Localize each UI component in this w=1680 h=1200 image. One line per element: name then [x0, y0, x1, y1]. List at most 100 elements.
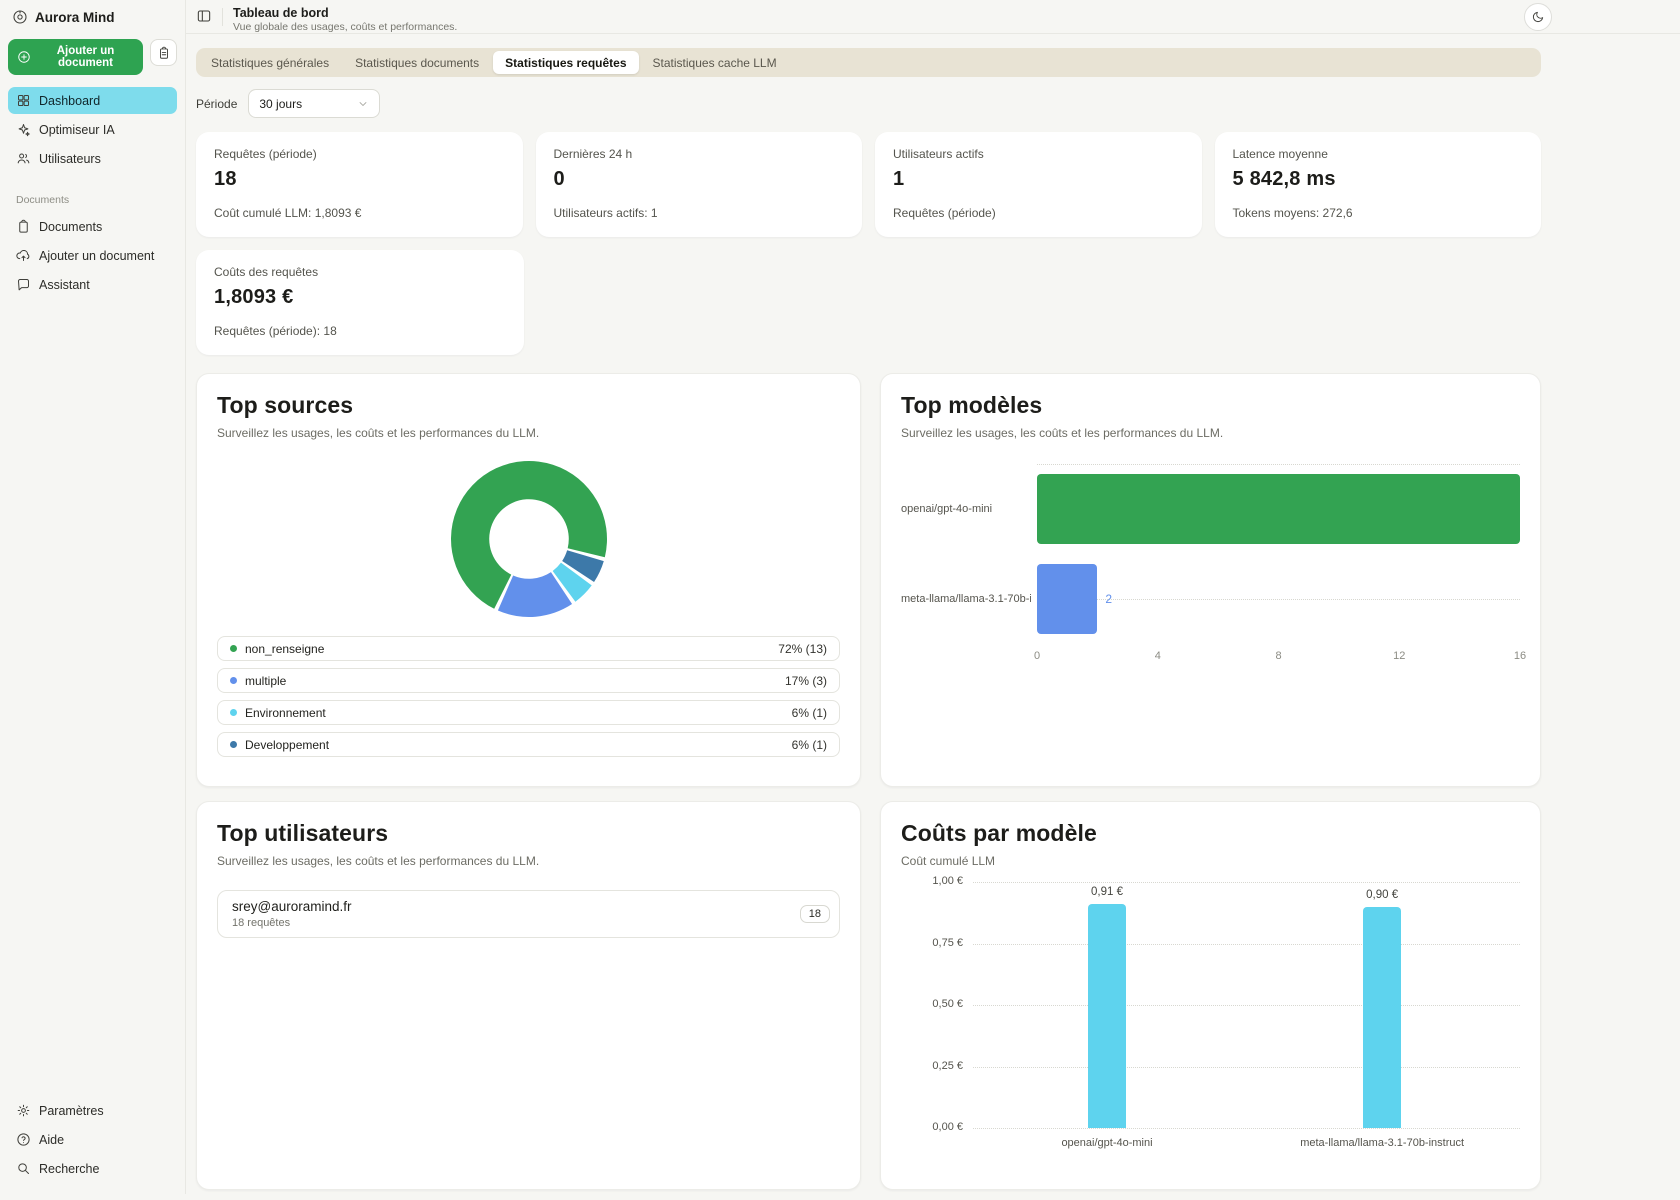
user-row[interactable]: srey@auroramind.fr 18 requêtes 18 [217, 890, 840, 938]
axis-spacer [901, 644, 1031, 666]
stat-value: 5 842,8 ms [1233, 168, 1524, 191]
sidebar-item-recherche[interactable]: Recherche [8, 1155, 177, 1182]
gridline [973, 944, 1520, 945]
bar-row: 2 [1037, 554, 1520, 644]
panel-subtitle: Surveillez les usages, les coûts et les … [217, 426, 840, 440]
legend-item-environnement[interactable]: Environnement 6% (1) [217, 700, 840, 725]
legend-item-non-renseigne[interactable]: non_renseigne 72% (13) [217, 636, 840, 661]
tab-statistiques-generales[interactable]: Statistiques générales [199, 51, 341, 74]
model-bar-gpt-4o-mini[interactable] [1037, 474, 1520, 544]
model-bar-llama-3-1-70b[interactable] [1037, 564, 1097, 634]
content: Statistiques générales Statistiques docu… [186, 34, 1680, 1200]
sidebar-item-assistant[interactable]: Assistant [8, 271, 177, 298]
upload-cloud-icon [16, 248, 31, 263]
stat-cards-row-2: Coûts des requêtes 1,8093 € Requêtes (pé… [196, 250, 1541, 355]
bar-row [1037, 464, 1520, 554]
sidebar-toggle-button[interactable] [196, 8, 212, 24]
cost-bar-gpt-4o-mini[interactable] [1088, 904, 1126, 1128]
x-axis-ticks: 0481216 [1037, 644, 1520, 666]
panel-top-utilisateurs: Top utilisateurs Surveillez les usages, … [196, 801, 861, 1190]
gridline [973, 1005, 1520, 1006]
stat-cards-row: Requêtes (période) 18 Coût cumulé LLM: 1… [196, 132, 1541, 237]
donut-svg [446, 456, 612, 622]
clipboard-icon [157, 46, 171, 60]
bar-value-label: 2 [1105, 592, 1112, 606]
panel-title: Top modèles [901, 392, 1520, 419]
legend-item-developpement[interactable]: Developpement 6% (1) [217, 732, 840, 757]
tab-statistiques-cache-llm[interactable]: Statistiques cache LLM [641, 51, 789, 74]
user-request-count: 18 requêtes [232, 917, 352, 929]
clipboard-button[interactable] [150, 39, 177, 66]
sidebar-item-parametres[interactable]: Paramètres [8, 1097, 177, 1124]
dark-mode-button[interactable] [1524, 3, 1552, 31]
gear-icon [16, 1103, 31, 1118]
donut-chart [217, 456, 840, 622]
x-category-label: meta-llama/llama-3.1-70b-instruct [1300, 1137, 1464, 1149]
sidebar-item-dashboard[interactable]: Dashboard [8, 87, 177, 114]
x-tick-label: 0 [1034, 650, 1040, 662]
legend-dot [230, 677, 237, 684]
gridline [973, 1067, 1520, 1068]
plus-circle-icon [17, 50, 31, 64]
chat-bubble-icon [16, 277, 31, 292]
model-axis-label: meta-llama/llama-3.1-70b-instruct [901, 554, 1031, 644]
panel-subtitle: Coût cumulé LLM [901, 854, 1520, 868]
legend-dot [230, 741, 237, 748]
y-tick-label: 1,00 € [932, 875, 963, 887]
period-select[interactable]: 30 jours [248, 89, 380, 118]
main-area: Tableau de bord Vue globale des usages, … [186, 0, 1680, 1194]
sparkles-icon [16, 122, 31, 137]
sidebar-item-ajouter-document[interactable]: Ajouter un document [8, 242, 177, 269]
panel-subtitle: Surveillez les usages, les coûts et les … [217, 854, 840, 868]
user-badge: 18 [800, 905, 830, 923]
legend-dot [230, 709, 237, 716]
sidebar: Aurora Mind Ajouter un document Dashboar… [0, 0, 186, 1194]
panel-left-icon [196, 8, 212, 24]
divider [222, 8, 223, 26]
period-select-value: 30 jours [259, 97, 302, 111]
app-window: Aurora Mind Ajouter un document Dashboar… [0, 0, 1680, 1194]
panel-couts-par-modele: Coûts par modèle Coût cumulé LLM 1,00 € 0… [880, 801, 1541, 1190]
cost-bar-llama-3-1-70b[interactable] [1363, 907, 1401, 1128]
help-circle-icon [16, 1132, 31, 1147]
brand: Aurora Mind [8, 6, 177, 33]
stat-card-dernieres-24h: Dernières 24 h 0 Utilisateurs actifs: 1 [536, 132, 863, 237]
sidebar-item-documents[interactable]: Documents [8, 213, 177, 240]
panel-top-modeles: Top modèles Surveillez les usages, les c… [880, 373, 1541, 787]
models-bar-chart: openai/gpt-4o-minimeta-llama/llama-3.1-7… [901, 464, 1520, 666]
tab-statistiques-documents[interactable]: Statistiques documents [343, 51, 491, 74]
page-heading: Tableau de bord Vue globale des usages, … [233, 6, 457, 33]
x-tick-label: 12 [1393, 650, 1405, 662]
panel-title: Coûts par modèle [901, 820, 1520, 847]
sidebar-item-optimiseur-ia[interactable]: Optimiseur IA [8, 116, 177, 143]
x-tick-label: 8 [1275, 650, 1281, 662]
period-label: Période [196, 97, 237, 111]
bar-value-label: 0,91 € [1091, 886, 1123, 898]
stat-value: 18 [214, 168, 505, 191]
clipboard-icon [16, 219, 31, 234]
gridline [1037, 464, 1520, 465]
add-document-button[interactable]: Ajouter un document [8, 39, 143, 75]
sidebar-item-utilisateurs[interactable]: Utilisateurs [8, 145, 177, 172]
model-axis-label: openai/gpt-4o-mini [901, 464, 1031, 554]
stat-card-requetes: Requêtes (période) 18 Coût cumulé LLM: 1… [196, 132, 523, 237]
y-tick-label: 0,25 € [932, 1060, 963, 1072]
donut-legend: non_renseigne 72% (13) multiple 17% (3) … [217, 636, 840, 757]
page-title: Tableau de bord [233, 6, 457, 20]
search-icon [16, 1161, 31, 1176]
legend-dot [230, 645, 237, 652]
stats-tabbar: Statistiques générales Statistiques docu… [196, 48, 1541, 77]
page-subtitle: Vue globale des usages, coûts et perform… [233, 21, 457, 33]
sidebar-footer: Paramètres Aide Recherche [8, 1097, 177, 1184]
legend-item-multiple[interactable]: multiple 17% (3) [217, 668, 840, 693]
chevron-down-icon [357, 98, 369, 110]
sidebar-section-documents: Documents [16, 194, 169, 206]
topbar: Tableau de bord Vue globale des usages, … [186, 0, 1680, 34]
panel-top-sources: Top sources Surveillez les usages, les c… [196, 373, 861, 787]
sidebar-item-aide[interactable]: Aide [8, 1126, 177, 1153]
y-tick-label: 0,50 € [932, 998, 963, 1010]
stat-value: 1,8093 € [214, 286, 506, 309]
gridline [973, 882, 1520, 883]
tab-statistiques-requetes[interactable]: Statistiques requêtes [493, 51, 638, 74]
stat-card-utilisateurs-actifs: Utilisateurs actifs 1 Requêtes (période) [875, 132, 1202, 237]
